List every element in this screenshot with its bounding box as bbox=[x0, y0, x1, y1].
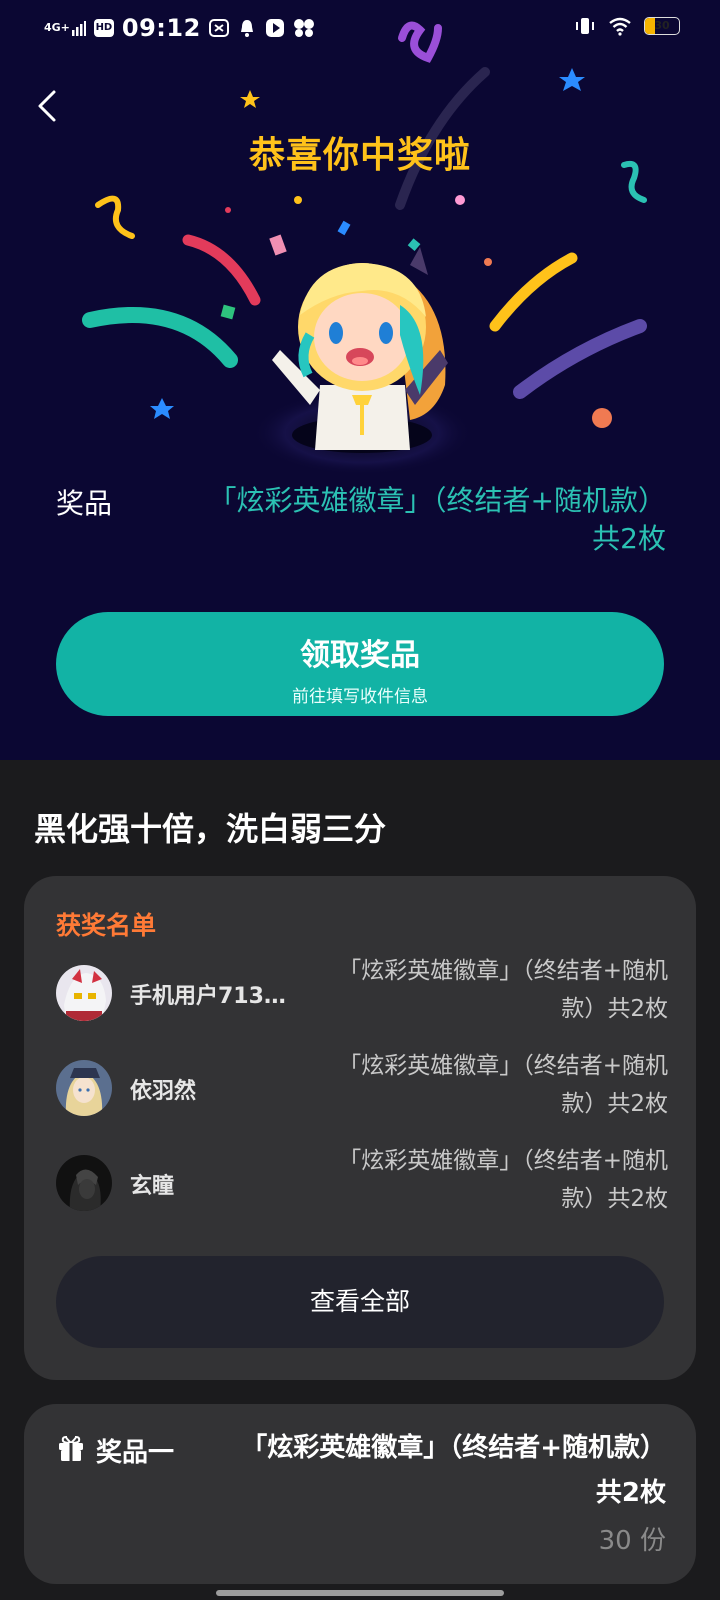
prize-card-count: 30 份 bbox=[598, 1526, 666, 1556]
prize-label: 奖品 bbox=[56, 487, 113, 520]
winner-prize: 「炫彩英雄徽章」（终结者+随机款）共2枚 bbox=[338, 1148, 668, 1212]
home-indicator[interactable] bbox=[216, 1590, 504, 1596]
claim-button-title: 领取奖品 bbox=[300, 638, 420, 673]
chevron-left-icon bbox=[38, 90, 56, 122]
prize-card-value: 「炫彩英雄徽章」（终结者+随机款）共2枚 bbox=[241, 1433, 666, 1508]
winners-card: 获奖名单 手机用户713… 「炫彩英雄徽章」（终结者+随机款）共2枚 依羽然 「… bbox=[24, 876, 696, 1380]
winner-prize: 「炫彩英雄徽章」（终结者+随机款）共2枚 bbox=[338, 1053, 668, 1117]
claim-prize-button[interactable]: 领取奖品 前往填写收件信息 bbox=[56, 612, 664, 716]
back-button[interactable] bbox=[30, 84, 70, 128]
prize-card-label: 奖品一 bbox=[96, 1438, 175, 1468]
claim-button-subtitle: 前往填写收件信息 bbox=[292, 687, 428, 707]
winner-prize: 「炫彩英雄徽章」（终结者+随机款）共2枚 bbox=[338, 958, 668, 1022]
winner-row: 依羽然 「炫彩英雄徽章」（终结者+随机款）共2枚 bbox=[56, 1047, 668, 1127]
winner-name: 依羽然 bbox=[130, 1079, 197, 1104]
prize-card: 奖品一 「炫彩英雄徽章」（终结者+随机款）共2枚 30 份 bbox=[24, 1404, 696, 1584]
view-all-button[interactable]: 查看全部 bbox=[56, 1256, 664, 1348]
prize-value: 「炫彩英雄徽章」（终结者+随机款）共2枚 bbox=[208, 484, 666, 555]
winner-name: 玄瞳 bbox=[130, 1174, 175, 1199]
gift-icon bbox=[59, 1435, 83, 1461]
section-title: 黑化强十倍，洗白弱三分 bbox=[34, 810, 387, 848]
winners-title: 获奖名单 bbox=[56, 911, 157, 940]
winner-row: 手机用户713… 「炫彩英雄徽章」（终结者+随机款）共2枚 bbox=[56, 952, 668, 1032]
winner-name: 手机用户713… bbox=[130, 984, 286, 1009]
winner-row: 玄瞳 「炫彩英雄徽章」（终结者+随机款）共2枚 bbox=[56, 1142, 668, 1222]
page-title: 恭喜你中奖啦 bbox=[248, 135, 471, 176]
avatar bbox=[56, 1060, 112, 1116]
mascot-illustration bbox=[252, 247, 472, 475]
avatar bbox=[56, 965, 112, 1021]
avatar bbox=[56, 1155, 112, 1211]
hero-section: 4G+ HD 09:12 30 恭喜你中奖啦 奖品 「炫彩英雄徽章」（终结者+随… bbox=[0, 0, 720, 760]
